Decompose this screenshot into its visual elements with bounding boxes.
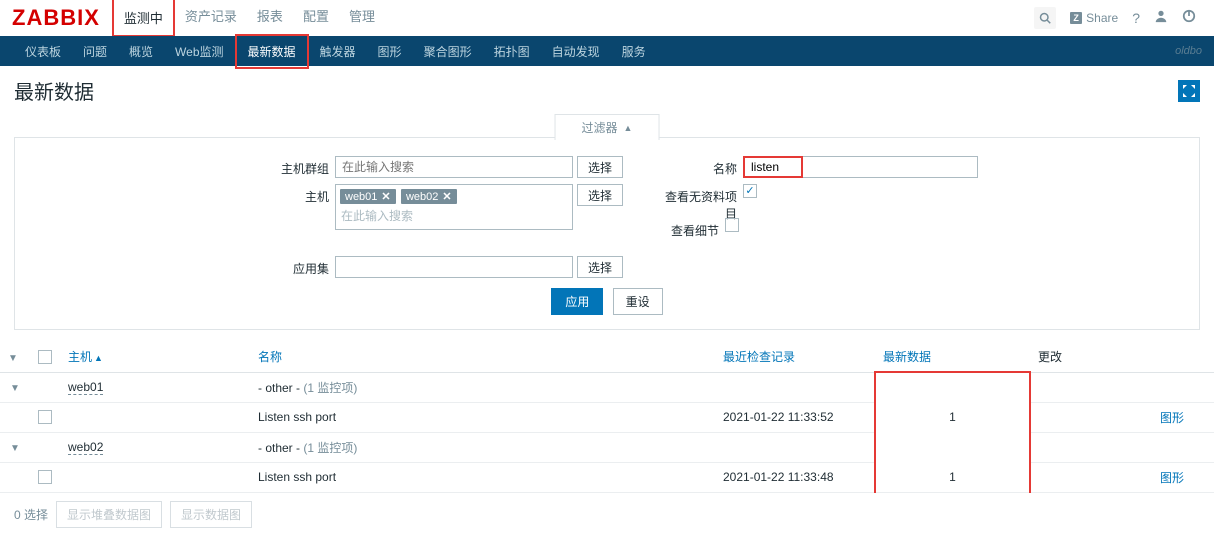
share-label: Share xyxy=(1086,11,1118,25)
collapse-icon[interactable]: ▼ xyxy=(10,383,20,394)
apply-button[interactable]: 应用 xyxy=(551,288,603,315)
menu-admin[interactable]: 管理 xyxy=(339,0,385,37)
menu-reports[interactable]: 报表 xyxy=(247,0,293,37)
col-last-check[interactable]: 最近检查记录 xyxy=(715,342,875,372)
filter-section: 过滤器 ▲ 主机群组 选择 名称 主机 web01✕ web02✕ 在此输入搜索 xyxy=(14,137,1200,330)
host-group-input[interactable] xyxy=(335,156,573,178)
detail-label: 查看细节 xyxy=(645,218,725,239)
item-value: 1 xyxy=(875,462,1030,492)
item-name: Listen ssh port xyxy=(250,462,715,492)
power-icon[interactable] xyxy=(1182,9,1196,26)
graph-link[interactable]: 图形 xyxy=(1160,471,1184,485)
sub-discovery[interactable]: 自动发现 xyxy=(541,36,611,67)
item-time: 2021-01-22 11:33:48 xyxy=(715,462,875,492)
sub-right-text: oldbo xyxy=(1175,45,1202,57)
table-header-row: ▼ 主机▲ 名称 最近检查记录 最新数据 更改 xyxy=(0,342,1214,372)
close-icon[interactable]: ✕ xyxy=(442,190,451,203)
col-change: 更改 xyxy=(1030,342,1150,372)
sub-triggers[interactable]: 触发器 xyxy=(309,36,367,67)
fullscreen-button[interactable] xyxy=(1178,80,1200,102)
share-z-icon: Z xyxy=(1070,12,1082,24)
sub-services[interactable]: 服务 xyxy=(611,36,657,67)
item-value: 1 xyxy=(875,402,1030,432)
data-table: ▼ 主机▲ 名称 最近检查记录 最新数据 更改 ▼ web01 - other … xyxy=(0,342,1214,493)
host-link[interactable]: web01 xyxy=(68,380,103,395)
item-row: Listen ssh port 2021-01-22 11:33:48 1 图形 xyxy=(0,462,1214,492)
sub-web[interactable]: Web监测 xyxy=(164,36,234,67)
menu-monitoring[interactable]: 监测中 xyxy=(112,0,175,37)
page-header: 最新数据 xyxy=(0,66,1214,115)
row-checkbox[interactable] xyxy=(38,470,52,484)
sub-problems[interactable]: 问题 xyxy=(72,36,118,67)
name-label: 名称 xyxy=(663,156,743,177)
nodata-label: 查看无资料项目 xyxy=(663,184,743,222)
sub-latest-data[interactable]: 最新数据 xyxy=(235,34,309,69)
detail-checkbox[interactable] xyxy=(725,218,739,232)
graph-link[interactable]: 图形 xyxy=(1160,411,1184,425)
top-right: Z Share ? xyxy=(1034,7,1214,29)
row-checkbox[interactable] xyxy=(38,410,52,424)
filter-box: 主机群组 选择 名称 主机 web01✕ web02✕ 在此输入搜索 选择 xyxy=(14,137,1200,330)
select-all-checkbox[interactable] xyxy=(38,350,52,364)
group-label: - other - xyxy=(258,381,300,395)
host-group-select-btn[interactable]: 选择 xyxy=(577,156,623,178)
share-button[interactable]: Z Share xyxy=(1070,11,1118,25)
reset-button[interactable]: 重设 xyxy=(613,288,663,315)
app-input[interactable] xyxy=(335,256,573,278)
item-name: Listen ssh port xyxy=(250,402,715,432)
col-host[interactable]: 主机▲ xyxy=(60,342,250,372)
menu-config[interactable]: 配置 xyxy=(293,0,339,37)
filter-tab[interactable]: 过滤器 ▲ xyxy=(555,114,660,140)
data-graph-button[interactable]: 显示数据图 xyxy=(170,501,252,528)
host-link[interactable]: web02 xyxy=(68,440,103,455)
close-icon[interactable]: ✕ xyxy=(381,190,390,203)
app-select-btn[interactable]: 选择 xyxy=(577,256,623,278)
sub-overview[interactable]: 概览 xyxy=(118,36,164,67)
host-multiselect[interactable]: web01✕ web02✕ 在此输入搜索 xyxy=(335,184,573,230)
footer-bar: 0 选择 显示堆叠数据图 显示数据图 xyxy=(0,493,1214,536)
host-group-label: 主机群组 xyxy=(15,156,335,177)
sort-asc-icon: ▲ xyxy=(94,353,103,363)
collapse-all-icon[interactable]: ▼ xyxy=(8,353,18,364)
host-row: ▼ web02 - other - (1 监控项) xyxy=(0,432,1214,462)
name-input-ext[interactable] xyxy=(803,156,978,178)
page-title: 最新数据 xyxy=(14,76,94,105)
stack-graph-button[interactable]: 显示堆叠数据图 xyxy=(56,501,162,528)
host-tag-web01[interactable]: web01✕ xyxy=(340,189,396,204)
mon-count: (1 监控项) xyxy=(303,441,357,455)
selected-count: 0 选择 xyxy=(14,506,48,523)
host-placeholder: 在此输入搜索 xyxy=(339,205,569,226)
filter-tab-label: 过滤器 xyxy=(582,119,618,136)
host-label: 主机 xyxy=(15,184,335,205)
nodata-checkbox[interactable] xyxy=(743,184,757,198)
chevron-up-icon: ▲ xyxy=(624,123,633,133)
menu-inventory[interactable]: 资产记录 xyxy=(175,0,247,37)
host-tag-web02[interactable]: web02✕ xyxy=(401,189,457,204)
search-icon[interactable] xyxy=(1034,7,1056,29)
sub-maps[interactable]: 拓扑图 xyxy=(483,36,541,67)
group-label: - other - xyxy=(258,441,300,455)
col-name[interactable]: 名称 xyxy=(250,342,715,372)
app-label: 应用集 xyxy=(15,256,335,277)
logo[interactable]: ZABBIX xyxy=(0,5,112,31)
col-last-data[interactable]: 最新数据 xyxy=(875,342,1030,372)
sub-screens[interactable]: 聚合图形 xyxy=(413,36,483,67)
top-nav: ZABBIX 监测中 资产记录 报表 配置 管理 Z Share ? xyxy=(0,0,1214,36)
sub-nav: 仪表板 问题 概览 Web监测 最新数据 触发器 图形 聚合图形 拓扑图 自动发… xyxy=(0,36,1214,66)
top-menu: 监测中 资产记录 报表 配置 管理 xyxy=(112,0,385,37)
collapse-icon[interactable]: ▼ xyxy=(10,443,20,454)
user-icon[interactable] xyxy=(1154,9,1168,26)
host-row: ▼ web01 - other - (1 监控项) xyxy=(0,372,1214,402)
item-row: Listen ssh port 2021-01-22 11:33:52 1 图形 xyxy=(0,402,1214,432)
help-icon[interactable]: ? xyxy=(1132,10,1140,26)
mon-count: (1 监控项) xyxy=(303,381,357,395)
item-time: 2021-01-22 11:33:52 xyxy=(715,402,875,432)
sub-graphs[interactable]: 图形 xyxy=(367,36,413,67)
sub-dashboard[interactable]: 仪表板 xyxy=(14,36,72,67)
host-select-btn[interactable]: 选择 xyxy=(577,184,623,206)
col-graph xyxy=(1150,342,1214,372)
name-input[interactable] xyxy=(743,156,803,178)
